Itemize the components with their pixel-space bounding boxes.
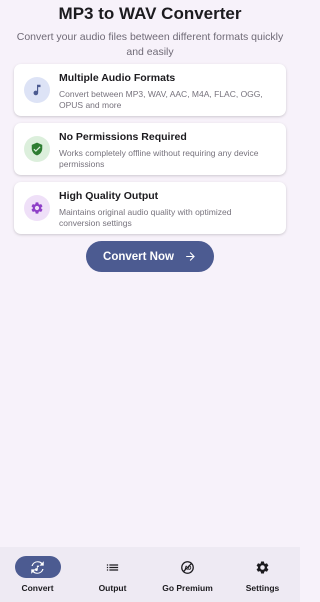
feature-description: Convert between MP3, WAV, AAC, M4A, FLAC… [59, 89, 263, 110]
arrow-right-icon [186, 252, 195, 261]
page-title: MP3 to WAV Converter [58, 4, 242, 23]
nav-label: Output [98, 583, 127, 593]
feature-card-quality: High Quality Output Maintains original a… [14, 182, 286, 234]
no-ads-icon [165, 556, 211, 578]
bottom-navigation: Convert Output Go Premium Settings [0, 547, 300, 602]
nav-item-settings[interactable]: Settings [225, 547, 300, 602]
gear-icon [24, 195, 50, 221]
convert-icon [14, 556, 61, 578]
convert-now-button[interactable]: Convert Now [86, 241, 214, 272]
feature-description: Works completely offline without requiri… [59, 148, 259, 169]
nav-label: Convert [21, 583, 54, 593]
feature-title: Multiple Audio Formats [59, 72, 176, 84]
feature-card-permissions: No Permissions Required Works completely… [14, 123, 286, 175]
feature-description: Maintains original audio quality with op… [59, 207, 232, 228]
page-subtitle: Convert your audio files between differe… [16, 31, 284, 58]
nav-item-go-premium[interactable]: Go Premium [150, 547, 225, 602]
converter-screen: MP3 to WAV Converter Convert your audio … [0, 0, 300, 602]
convert-now-label: Convert Now [103, 250, 174, 263]
shield-check-icon [24, 136, 50, 162]
feature-title: No Permissions Required [59, 131, 187, 143]
nav-item-output[interactable]: Output [75, 547, 150, 602]
nav-label: Go Premium [162, 583, 213, 593]
nav-item-convert[interactable]: Convert [0, 547, 75, 602]
feature-title: High Quality Output [59, 190, 159, 202]
list-icon [90, 556, 136, 578]
gear-icon [240, 556, 286, 578]
nav-label: Settings [245, 583, 280, 593]
music-note-icon [24, 77, 50, 103]
feature-card-formats: Multiple Audio Formats Convert between M… [14, 64, 286, 116]
